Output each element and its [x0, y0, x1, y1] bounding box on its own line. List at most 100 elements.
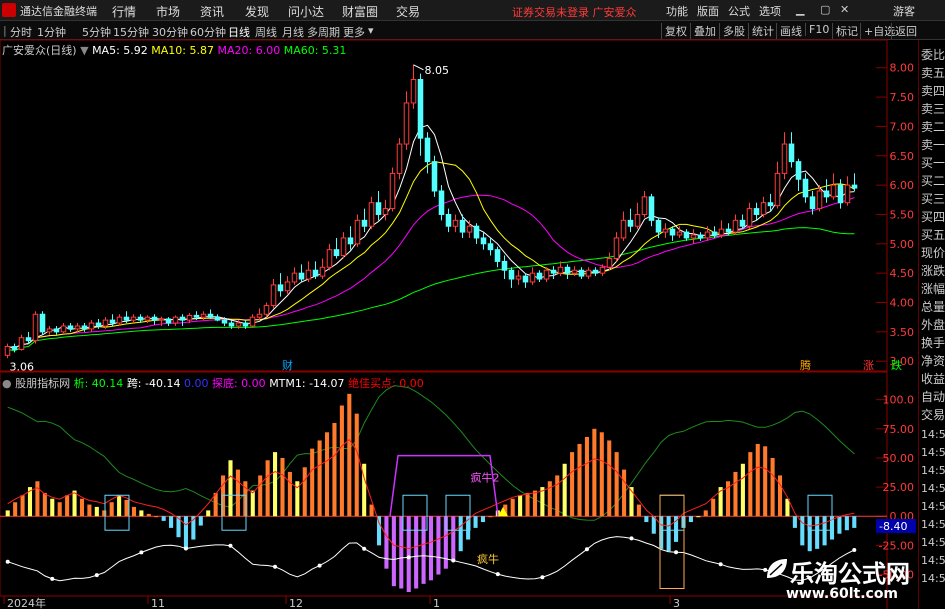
indicator-bar	[555, 475, 560, 517]
stock-chart[interactable]: 8.00 7.50 7.00 6.50 6.00 5.50 5.00 4.50 4.00 3.50…	[0, 0, 918, 609]
sidebar-time: 14:56	[921, 482, 945, 495]
indicator-tick-label: 25.00	[883, 481, 915, 494]
sidebar-buy5[interactable]: 买五	[921, 226, 945, 243]
indicator-bar	[473, 516, 478, 528]
ma5-value: MA5: 5.92	[92, 44, 148, 57]
indicator-bar	[57, 502, 62, 517]
candle-body	[424, 137, 431, 163]
time-tick-label: 11	[151, 597, 165, 609]
candle-body	[592, 269, 599, 274]
candle-body	[116, 316, 123, 324]
candle-body	[683, 231, 690, 239]
sidebar-turnover[interactable]: 换手	[921, 334, 945, 351]
mtm-dot	[495, 572, 500, 577]
candle-body	[634, 213, 641, 227]
indicator-bar	[584, 436, 589, 517]
indicator-value-buypoint: 绝佳买点: 0.00	[348, 377, 424, 390]
candle-body	[459, 219, 466, 233]
indicator-bar	[681, 516, 686, 528]
candle-body	[837, 184, 844, 204]
sidebar-time: 14:56	[921, 446, 945, 459]
indicator-bar	[332, 422, 337, 517]
sub-panel-frame	[0, 371, 888, 597]
sidebar-trade[interactable]: 交易	[921, 406, 945, 423]
candle-body	[452, 219, 459, 227]
sidebar-time: 14:56	[921, 428, 945, 441]
candle-body	[515, 275, 522, 280]
indicator-bar	[666, 516, 671, 552]
sidebar-buy2[interactable]: 买二	[921, 172, 945, 189]
sidebar-auto[interactable]: 自动	[921, 388, 945, 405]
sidebar-buy1[interactable]: 买一	[921, 154, 945, 171]
sidebar-sell3[interactable]: 卖三	[921, 100, 945, 117]
candle-body	[270, 284, 277, 306]
candle-body	[151, 316, 158, 321]
candle-body	[438, 190, 445, 215]
candle-body	[172, 316, 179, 324]
candle-body	[158, 318, 165, 321]
ma-toggle-icon[interactable]: ▼	[80, 44, 88, 57]
candle-body	[60, 325, 67, 333]
sidebar-price[interactable]: 现价	[921, 244, 945, 261]
candle-body	[95, 322, 102, 327]
candle-body	[11, 346, 18, 350]
high-pointer	[413, 64, 424, 71]
indicator-bar	[183, 516, 188, 549]
sidebar-sell4[interactable]: 卖四	[921, 82, 945, 99]
sidebar-sell1[interactable]: 卖一	[921, 136, 945, 153]
indicator-bar	[302, 467, 307, 517]
indicator-bar	[688, 516, 693, 523]
indicator-bar	[547, 481, 552, 517]
candle-body	[494, 249, 501, 262]
sidebar-netasset[interactable]: 净资	[921, 352, 945, 369]
event-marker: 财	[282, 358, 293, 372]
indicator-bar	[131, 506, 136, 517]
candle-body	[144, 316, 151, 321]
sidebar-buy3[interactable]: 买三	[921, 190, 945, 207]
candle-body	[137, 316, 144, 321]
sidebar-outer[interactable]: 外盘	[921, 316, 945, 333]
indicator-bar	[384, 516, 389, 569]
mtm-dot	[317, 563, 322, 568]
indicator-bar	[391, 516, 396, 587]
sidebar-change[interactable]: 涨跌	[921, 262, 945, 279]
sidebar-volume[interactable]: 总量	[921, 298, 945, 315]
candle-body	[830, 184, 837, 198]
candle-body	[613, 237, 620, 259]
sidebar-pct[interactable]: 涨幅	[921, 280, 945, 297]
candle-body	[508, 269, 515, 280]
candle-body	[816, 190, 823, 210]
candle-body	[529, 272, 536, 283]
candle-body	[795, 161, 802, 180]
mtm-dot	[406, 555, 411, 560]
indicator-bar	[614, 452, 619, 517]
candle-body	[382, 208, 389, 215]
candle-body	[207, 313, 214, 318]
indicator-menu-icon[interactable]: ●	[2, 377, 12, 390]
indicator-value-kua: 跨: -40.14	[126, 377, 181, 390]
sidebar-earnings[interactable]: 收益	[921, 370, 945, 387]
indicator-bar	[458, 516, 463, 552]
sidebar-sell5[interactable]: 卖五	[921, 64, 945, 81]
time-tick-label: 1	[433, 597, 440, 609]
candle-body	[487, 243, 494, 251]
candle-body	[564, 266, 571, 274]
signal-box-orange	[659, 494, 685, 590]
candle-body	[298, 272, 305, 280]
candle-body	[662, 228, 669, 233]
indicator-bar	[72, 490, 77, 517]
indicator-bar	[20, 495, 25, 517]
time-tick-label: 3	[673, 597, 680, 609]
watermark-url: www.60lt.com	[786, 586, 899, 602]
indicator-bar	[280, 457, 285, 517]
candle-body	[711, 231, 718, 236]
price-tick-label: 4.50	[890, 267, 915, 280]
sidebar-weibi[interactable]: 委比	[921, 46, 945, 63]
candle-body	[179, 316, 186, 321]
sidebar-buy4[interactable]: 买四	[921, 208, 945, 225]
indicator-bar	[748, 452, 753, 517]
indicator-bar	[354, 413, 359, 517]
sidebar-sell2[interactable]: 卖二	[921, 118, 945, 135]
candle-body	[571, 269, 578, 274]
price-tick-label: 7.00	[890, 120, 915, 133]
